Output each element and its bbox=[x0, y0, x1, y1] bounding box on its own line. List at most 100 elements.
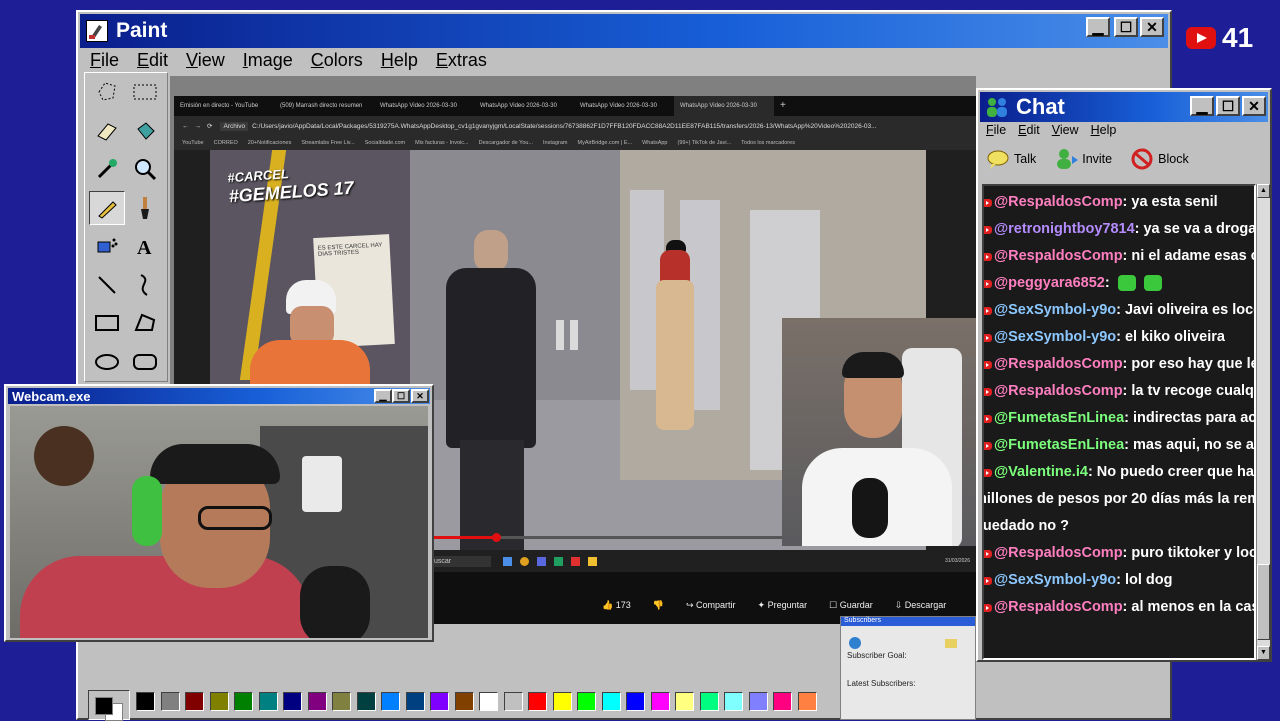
talk-button[interactable]: Talk bbox=[986, 148, 1036, 170]
polygon-tool[interactable] bbox=[127, 306, 163, 340]
palette-swatch[interactable] bbox=[797, 692, 817, 711]
reload-icon[interactable]: ⟳ bbox=[207, 122, 212, 130]
menu-edit[interactable]: Edit bbox=[137, 50, 168, 71]
scroll-down-arrow[interactable]: ▼ bbox=[1257, 646, 1270, 660]
chat-menu-file[interactable]: File bbox=[986, 123, 1006, 137]
menu-help[interactable]: Help bbox=[381, 50, 418, 71]
palette-swatch[interactable] bbox=[185, 692, 204, 711]
fill-tool[interactable] bbox=[127, 114, 163, 148]
download-button[interactable]: ⇩ Descargar bbox=[895, 600, 947, 611]
palette-swatch[interactable] bbox=[748, 692, 768, 711]
palette-swatch[interactable] bbox=[454, 692, 474, 711]
chat-username[interactable]: @SexSymbol-y9o bbox=[994, 329, 1116, 345]
new-tab-icon[interactable]: + bbox=[780, 96, 786, 116]
chat-menu-edit[interactable]: Edit bbox=[1018, 123, 1040, 137]
bookmark-link[interactable]: Socialblade.com bbox=[365, 140, 405, 146]
chat-menu-help[interactable]: Help bbox=[1091, 123, 1117, 137]
invite-button[interactable]: Invite bbox=[1054, 148, 1112, 170]
save-button[interactable]: ☐ Guardar bbox=[829, 600, 873, 611]
chat-username[interactable]: @peggyara6852 bbox=[994, 275, 1105, 291]
chat-maximize-button[interactable]: ☐ bbox=[1216, 96, 1240, 116]
browser-tab[interactable]: Emisión en directo - YouTube bbox=[174, 96, 274, 116]
chat-minimize-button[interactable]: ▁ bbox=[1190, 96, 1214, 116]
bookmark-link[interactable]: Todos los marcadores bbox=[741, 140, 795, 146]
ellipse-tool[interactable] bbox=[89, 345, 125, 379]
palette-swatch[interactable] bbox=[405, 692, 425, 711]
chat-username[interactable]: @FumetasEnLinea bbox=[994, 437, 1124, 453]
share-button[interactable]: ↪ Compartir bbox=[686, 600, 736, 611]
text-tool[interactable]: A bbox=[127, 229, 163, 263]
bookmark-link[interactable]: YouTube bbox=[182, 140, 204, 146]
line-tool[interactable] bbox=[89, 268, 125, 302]
palette-swatch[interactable] bbox=[675, 692, 694, 711]
palette-swatch[interactable] bbox=[332, 692, 351, 711]
bookmark-link[interactable]: CORREO bbox=[214, 140, 238, 146]
brush-tool[interactable] bbox=[127, 191, 163, 225]
chat-username[interactable]: @RespaldosComp bbox=[994, 599, 1123, 615]
menu-view[interactable]: View bbox=[186, 50, 225, 71]
ask-button[interactable]: ✦ Preguntar bbox=[758, 600, 808, 611]
chat-username[interactable]: @RespaldosComp bbox=[994, 248, 1123, 264]
palette-swatch[interactable] bbox=[601, 692, 621, 711]
like-button[interactable]: 👍 173 bbox=[602, 600, 631, 611]
palette-swatch[interactable] bbox=[724, 692, 743, 711]
rounded-rect-tool[interactable] bbox=[127, 345, 163, 379]
bookmark-link[interactable]: Mis facturas - Invoic... bbox=[415, 140, 469, 146]
bookmark-link[interactable]: MyAirBridge.com | E... bbox=[578, 140, 633, 146]
free-select-tool[interactable] bbox=[89, 75, 125, 109]
rectangle-tool[interactable] bbox=[89, 306, 125, 340]
palette-swatch[interactable] bbox=[528, 692, 547, 711]
menu-file[interactable]: File bbox=[90, 50, 119, 71]
chat-username[interactable]: @RespaldosComp bbox=[994, 383, 1123, 399]
video-pause-icon[interactable] bbox=[556, 320, 580, 350]
palette-swatch[interactable] bbox=[307, 692, 327, 711]
pencil-tool[interactable] bbox=[89, 190, 125, 225]
address-input[interactable]: C:/Users/javio/AppData/Local/Packages/53… bbox=[252, 123, 902, 130]
magnifier-tool[interactable] bbox=[127, 152, 163, 186]
browser-tab[interactable]: WhatsApp Video 2026-03-30 bbox=[374, 96, 474, 116]
airbrush-tool[interactable] bbox=[89, 229, 125, 263]
webcam-close-button[interactable]: ✕ bbox=[411, 389, 429, 403]
palette-swatch[interactable] bbox=[258, 692, 278, 711]
menu-colors[interactable]: Colors bbox=[311, 50, 363, 71]
chat-username[interactable]: @RespaldosComp bbox=[994, 194, 1123, 210]
chat-close-button[interactable]: ✕ bbox=[1242, 96, 1266, 116]
chat-menu-view[interactable]: View bbox=[1052, 123, 1079, 137]
browser-tab[interactable]: (509) Marrash directo resumen bbox=[274, 96, 374, 116]
dislike-icon[interactable]: 👎 bbox=[653, 600, 664, 611]
browser-tab[interactable]: WhatsApp Video 2026-03-30 bbox=[674, 96, 774, 116]
paint-close-button[interactable]: ✕ bbox=[1140, 17, 1164, 37]
chat-titlebar[interactable]: Chat ▁ ☐ ✕ bbox=[980, 92, 1268, 122]
palette-swatch[interactable] bbox=[356, 692, 376, 711]
palette-swatch[interactable] bbox=[430, 692, 449, 711]
scroll-up-arrow[interactable]: ▲ bbox=[1257, 184, 1270, 198]
menu-image[interactable]: Image bbox=[243, 50, 293, 71]
chat-username[interactable]: @RespaldosComp bbox=[994, 356, 1123, 372]
paint-minimize-button[interactable]: ▁ bbox=[1086, 17, 1110, 37]
palette-swatch[interactable] bbox=[136, 692, 155, 711]
chat-username[interactable]: @retronightboy7814 bbox=[994, 221, 1135, 237]
chat-username[interactable]: @FumetasEnLinea bbox=[994, 410, 1124, 426]
curve-tool[interactable] bbox=[127, 268, 163, 302]
palette-swatch[interactable] bbox=[577, 692, 596, 711]
bookmark-link[interactable]: WhatsApp bbox=[642, 140, 667, 146]
current-colors[interactable] bbox=[88, 690, 130, 721]
browser-tab[interactable]: WhatsApp Video 2026-03-30 bbox=[474, 96, 574, 116]
block-button[interactable]: Block bbox=[1130, 148, 1189, 170]
bookmark-link[interactable]: Descargador de You... bbox=[479, 140, 533, 146]
chat-username[interactable]: @SexSymbol-y9o bbox=[994, 302, 1116, 318]
rect-select-tool[interactable] bbox=[127, 75, 163, 109]
palette-swatch[interactable] bbox=[503, 692, 523, 711]
eraser-tool[interactable] bbox=[89, 114, 125, 148]
palette-swatch[interactable] bbox=[283, 692, 302, 711]
forward-icon[interactable]: → bbox=[195, 123, 202, 130]
bookmark-link[interactable]: (99+) TikTok de Javi... bbox=[677, 140, 731, 146]
palette-swatch[interactable] bbox=[381, 692, 400, 711]
palette-swatch[interactable] bbox=[650, 692, 670, 711]
bookmark-link[interactable]: 20+Notificaciones bbox=[248, 140, 292, 146]
browser-tab[interactable]: WhatsApp Video 2026-03-30 bbox=[574, 96, 674, 116]
scroll-thumb[interactable] bbox=[1257, 564, 1270, 640]
back-icon[interactable]: ← bbox=[182, 123, 189, 130]
palette-swatch[interactable] bbox=[552, 692, 572, 711]
chat-username[interactable]: @SexSymbol-y9o bbox=[994, 572, 1116, 588]
